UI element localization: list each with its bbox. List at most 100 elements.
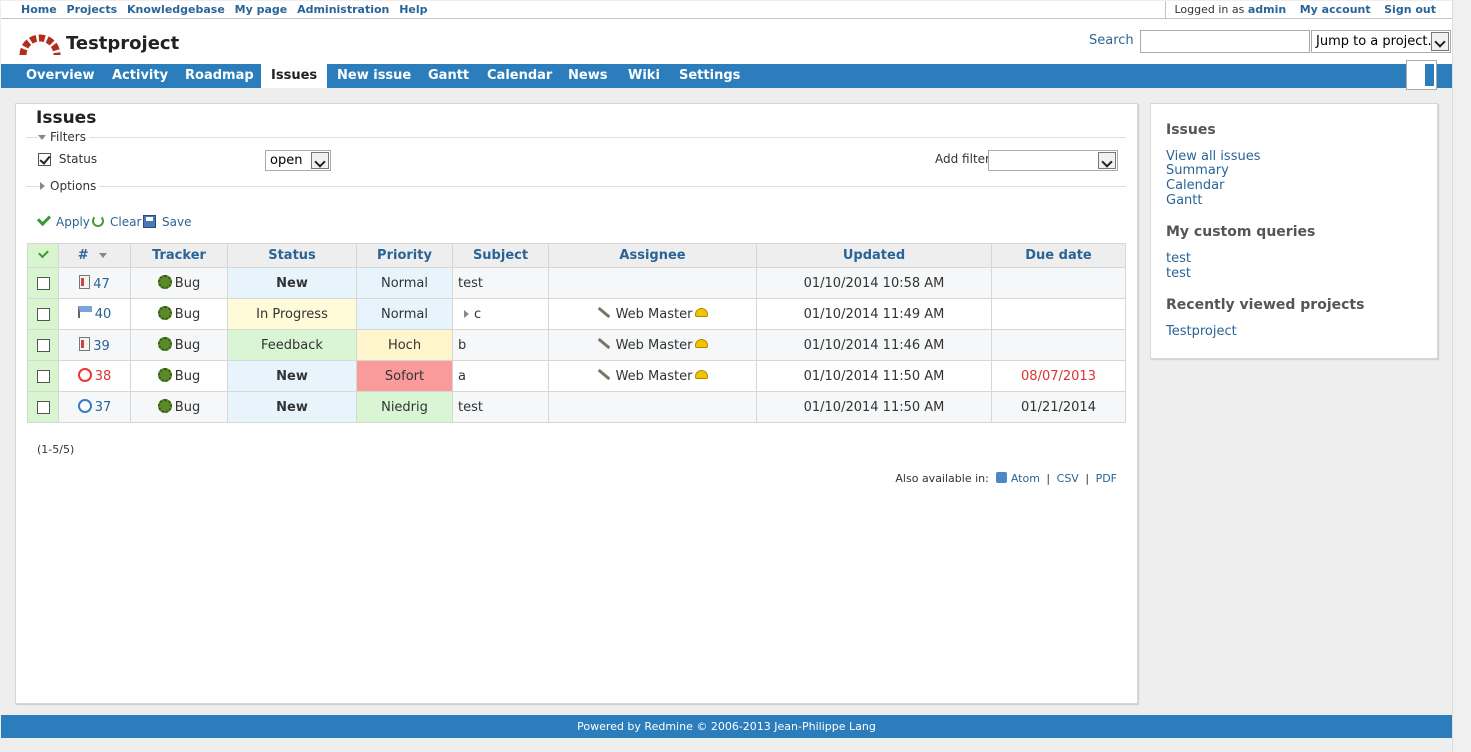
assignee-link[interactable]: Web Master	[616, 369, 693, 384]
user-link[interactable]: admin	[1248, 3, 1286, 16]
row-checkbox[interactable]	[36, 400, 50, 414]
col-updated[interactable]: Updated	[756, 243, 992, 268]
updated-cell: 01/10/2014 11:46 AM	[756, 329, 992, 361]
sidebar-link-summary[interactable]: Summary	[1166, 163, 1229, 178]
assignee-link[interactable]: Web Master	[616, 338, 693, 353]
helmet-icon	[695, 338, 709, 348]
tab-calendar[interactable]: Calendar	[487, 64, 552, 88]
issue-id-link[interactable]: 47	[93, 277, 110, 292]
tab-news[interactable]: News	[568, 64, 607, 88]
helmet-icon	[695, 307, 709, 317]
top-link-administration[interactable]: Administration	[297, 3, 389, 16]
save-button[interactable]: Save	[143, 215, 191, 229]
row-checkbox[interactable]	[36, 338, 50, 352]
tab-issues[interactable]: Issues	[261, 64, 328, 88]
row-checkbox[interactable]	[36, 276, 50, 290]
pagination: (1-5/5)	[37, 443, 75, 456]
table-row[interactable]: 39 Bug Feedback Hoch b Web Master 01/10/…	[27, 329, 1126, 361]
add-filter-select[interactable]	[988, 150, 1118, 171]
row-checkbox[interactable]	[36, 307, 50, 321]
top-link-my-page[interactable]: My page	[235, 3, 288, 16]
issue-id-cell: 47	[58, 267, 131, 299]
sidebar-recent-project-link[interactable]: Testproject	[1166, 324, 1237, 339]
export-atom-link[interactable]: Atom	[1011, 472, 1040, 485]
top-link-home[interactable]: Home	[21, 3, 57, 16]
col-tracker[interactable]: Tracker	[130, 243, 228, 268]
content: Issues Filters Status open Add filter Op…	[15, 103, 1138, 704]
assignee-link[interactable]: Web Master	[616, 307, 693, 322]
sidebar-queries-heading: My custom queries	[1166, 224, 1316, 240]
sidebar-link-calendar[interactable]: Calendar	[1166, 178, 1224, 193]
window-scrollbar[interactable]	[1452, 0, 1471, 752]
export-pdf-link[interactable]: PDF	[1096, 472, 1117, 485]
tracker-cell: Bug	[130, 267, 228, 299]
tracker-cell: Bug	[130, 298, 228, 330]
top-link-projects[interactable]: Projects	[67, 3, 118, 16]
issue-id-link[interactable]: 39	[93, 339, 110, 354]
save-label: Save	[162, 215, 192, 229]
expand-arrow-icon[interactable]	[464, 309, 469, 318]
col-status[interactable]: Status	[227, 243, 357, 268]
updated-cell: 01/10/2014 10:58 AM	[756, 267, 992, 299]
issue-id-link[interactable]: 38	[95, 369, 112, 384]
clear-button[interactable]: Clear	[92, 215, 141, 229]
issue-id-link[interactable]: 37	[95, 400, 112, 415]
col-subject[interactable]: Subject	[452, 243, 549, 268]
subject-link[interactable]: test	[458, 276, 483, 291]
export-links: Also available in: Atom | CSV | PDF	[895, 472, 1117, 485]
chevron-down-icon[interactable]	[1098, 152, 1116, 169]
status-filter-checkbox[interactable]	[38, 153, 51, 166]
subject-link[interactable]: b	[458, 338, 466, 353]
tracker-label: Bug	[174, 307, 201, 322]
col-number-label: #	[77, 248, 89, 263]
chevron-down-icon[interactable]	[311, 152, 329, 169]
tab-activity[interactable]: Activity	[112, 64, 168, 88]
chevron-down-icon[interactable]	[1431, 32, 1449, 51]
tab-new-issue[interactable]: New issue	[337, 64, 411, 88]
bug-icon	[157, 275, 172, 289]
tab-settings[interactable]: Settings	[679, 64, 740, 88]
table-row[interactable]: 47 Bug New Normal test 01/10/2014 10:58 …	[27, 267, 1126, 299]
export-csv-link[interactable]: CSV	[1057, 472, 1079, 485]
jump-to-project-select[interactable]: Jump to a project...	[1311, 30, 1451, 53]
updated-cell: 01/10/2014 11:50 AM	[756, 391, 992, 423]
subject-link[interactable]: c	[474, 307, 481, 322]
sidebar-link-view-all-issues[interactable]: View all issues	[1166, 149, 1260, 164]
tab-roadmap[interactable]: Roadmap	[185, 64, 254, 88]
bug-icon	[157, 306, 172, 320]
toggle-all-checkbox[interactable]	[27, 243, 59, 268]
col-assignee[interactable]: Assignee	[548, 243, 757, 268]
tab-wiki[interactable]: Wiki	[628, 64, 660, 88]
col-due-date[interactable]: Due date	[991, 243, 1126, 268]
subject-link[interactable]: a	[458, 369, 466, 384]
my-account-link[interactable]: My account	[1300, 3, 1371, 16]
tab-gantt[interactable]: Gantt	[428, 64, 469, 88]
issue-id-link[interactable]: 40	[95, 307, 112, 322]
top-link-help[interactable]: Help	[399, 3, 427, 16]
top-link-knowledgebase[interactable]: Knowledgebase	[127, 3, 225, 16]
filters-toggle[interactable]: Filters	[38, 130, 89, 144]
account-area: Logged in as admin My account Sign out	[1165, 1, 1452, 19]
sidebar-query-link[interactable]: test	[1166, 251, 1191, 266]
apply-button[interactable]: Apply	[36, 211, 90, 229]
status-operator-value: open	[270, 153, 303, 168]
row-checkbox[interactable]	[36, 369, 50, 383]
subject-link[interactable]: test	[458, 400, 483, 415]
tab-overview[interactable]: Overview	[26, 64, 95, 88]
options-toggle[interactable]: Options	[40, 179, 100, 193]
col-number[interactable]: #	[58, 243, 131, 268]
top-menu-links: Home Projects Knowledgebase My page Admi…	[21, 3, 434, 16]
table-row[interactable]: 37 Bug New Niedrig test 01/10/2014 11:50…	[27, 391, 1126, 423]
menu-scroll-handle[interactable]	[1406, 60, 1437, 90]
check-icon	[36, 211, 52, 227]
sign-out-link[interactable]: Sign out	[1384, 3, 1436, 16]
col-priority[interactable]: Priority	[356, 243, 453, 268]
search-label[interactable]: Search	[1089, 33, 1134, 48]
search-input[interactable]	[1140, 30, 1310, 53]
table-row[interactable]: 40 Bug In Progress Normal c Web Master 0…	[27, 298, 1126, 330]
sidebar-link-gantt[interactable]: Gantt	[1166, 193, 1202, 208]
status-operator-select[interactable]: open	[265, 150, 331, 171]
add-filter-label: Add filter	[935, 152, 990, 166]
table-row[interactable]: 38 Bug New Sofort a Web Master 01/10/201…	[27, 360, 1126, 392]
sidebar-query-link[interactable]: test	[1166, 266, 1191, 281]
